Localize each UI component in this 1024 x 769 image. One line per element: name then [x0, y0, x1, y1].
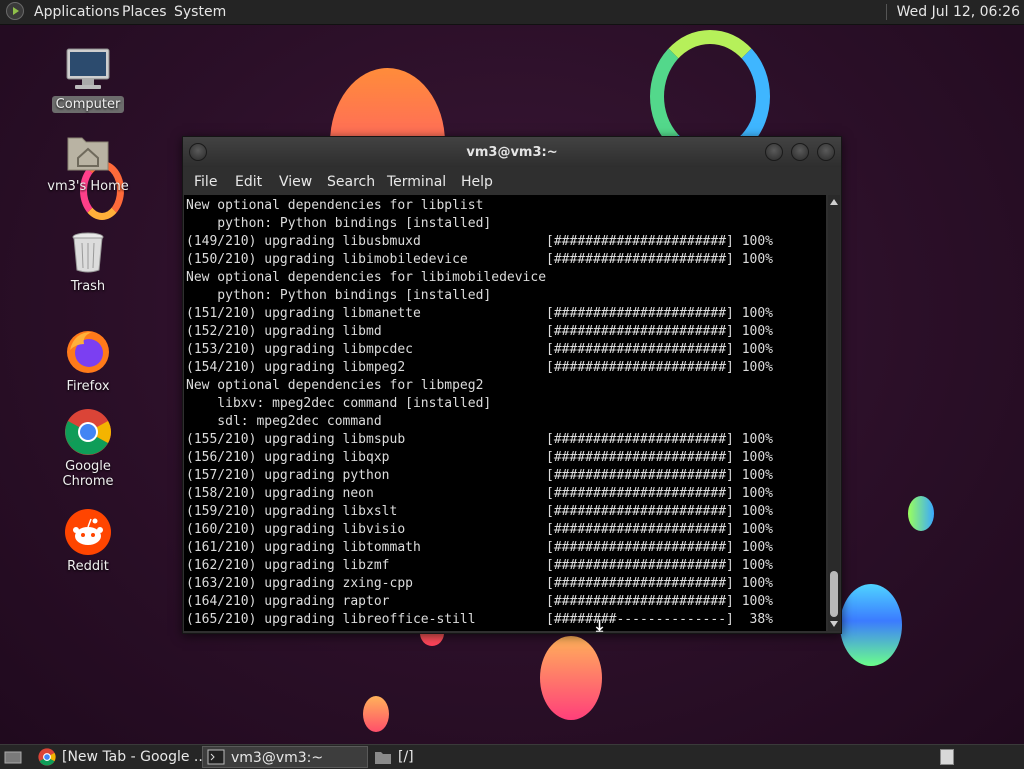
- terminal-line: (156/210) upgrading libqxp [############…: [186, 450, 773, 465]
- taskbar-item-label: [New Tab - Google ...: [62, 749, 208, 765]
- chrome-icon: [38, 748, 56, 766]
- menu-terminal[interactable]: Terminal: [387, 174, 446, 190]
- menu-search[interactable]: Search: [327, 174, 375, 190]
- chrome-icon: [64, 408, 112, 456]
- window-title: vm3@vm3:~: [466, 145, 558, 160]
- taskbar-item-chrome[interactable]: [New Tab - Google ...: [34, 746, 207, 768]
- terminal-line: (149/210) upgrading libusbmuxd [########…: [186, 234, 773, 249]
- desktop-icon-computer[interactable]: Computer: [38, 46, 138, 113]
- wallpaper-shape: [540, 636, 602, 720]
- taskbar-item-terminal[interactable]: vm3@vm3:~: [202, 746, 368, 768]
- terminal-line: New optional dependencies for libmpeg2: [186, 378, 484, 393]
- terminal-text: New optional dependencies for libplist p…: [184, 195, 826, 629]
- desktop-icon-label: Reddit: [67, 559, 109, 574]
- wallpaper-shape: [840, 584, 902, 666]
- wallpaper-shape: [908, 496, 934, 531]
- window-titlebar[interactable]: vm3@vm3:~: [183, 137, 841, 167]
- terminal-line: New optional dependencies for libimobile…: [186, 270, 547, 285]
- desktop-icon-chrome[interactable]: Google Chrome: [38, 408, 138, 490]
- desktop-icon-home[interactable]: vm3's Home: [38, 128, 138, 195]
- menu-system[interactable]: System: [174, 4, 226, 20]
- terminal-line: (150/210) upgrading libimobiledevice [##…: [186, 252, 773, 267]
- terminal-line: (159/210) upgrading libxslt [###########…: [186, 504, 773, 519]
- terminal-line: (157/210) upgrading python [############…: [186, 468, 773, 483]
- terminal-line: (154/210) upgrading libmpeg2 [##########…: [186, 360, 773, 375]
- terminal-line: (153/210) upgrading libmpcdec [#########…: [186, 342, 773, 357]
- close-icon[interactable]: [817, 143, 835, 161]
- terminal-line: (151/210) upgrading libmanette [########…: [186, 306, 773, 321]
- scroll-down-icon[interactable]: [830, 621, 838, 627]
- menu-places[interactable]: Places: [122, 4, 167, 20]
- folder-icon: [375, 752, 391, 764]
- taskbar-item-label: vm3@vm3:~: [231, 750, 324, 766]
- computer-icon: [64, 46, 112, 94]
- scroll-up-icon[interactable]: [830, 199, 838, 205]
- menu-file[interactable]: File: [194, 174, 217, 190]
- desktop-icon-label: Trash: [70, 279, 106, 294]
- menu-help[interactable]: Help: [461, 174, 493, 190]
- terminal-line: (162/210) upgrading libzmf [############…: [186, 558, 773, 573]
- terminal-line: (161/210) upgrading libtommath [########…: [186, 540, 773, 555]
- terminal-line: (164/210) upgrading raptor [############…: [186, 594, 773, 609]
- maximize-icon[interactable]: [791, 143, 809, 161]
- terminal-line: (158/210) upgrading neon [##############…: [186, 486, 773, 501]
- terminal-scrollbar[interactable]: [828, 195, 840, 631]
- bottom-taskbar: [New Tab - Google ... vm3@vm3:~ [/]: [0, 744, 1024, 769]
- terminal-line: (160/210) upgrading libvisio [##########…: [186, 522, 773, 537]
- desktop-icon-label: vm3's Home: [47, 179, 129, 194]
- terminal-line: (163/210) upgrading zxing-cpp [#########…: [186, 576, 773, 591]
- desktop-icon-label: Computer: [51, 96, 125, 113]
- terminal-menubar: File Edit View Search Terminal Help: [183, 167, 841, 195]
- top-panel: Applications Places System Wed Jul 12, 0…: [0, 0, 1024, 25]
- menu-edit[interactable]: Edit: [235, 174, 262, 190]
- desktop-icon-label: Google Chrome: [62, 459, 114, 489]
- taskbar-item-files[interactable]: [/]: [370, 746, 490, 768]
- workspace-switcher[interactable]: [938, 746, 956, 768]
- wallpaper-shape: [363, 696, 389, 732]
- desktop-icon-trash[interactable]: Trash: [38, 228, 138, 295]
- taskbar-item-label: [/]: [398, 749, 414, 765]
- distro-logo-icon[interactable]: [6, 2, 24, 20]
- menu-applications[interactable]: Applications: [34, 4, 120, 20]
- terminal-line: (165/210) upgrading libreoffice-still [#…: [186, 612, 773, 627]
- terminal-line: New optional dependencies for libplist: [186, 198, 484, 213]
- show-desktop-icon: [4, 751, 22, 764]
- terminal-window: vm3@vm3:~ File Edit View Search Terminal…: [182, 136, 842, 634]
- menu-view[interactable]: View: [279, 174, 312, 190]
- terminal-output[interactable]: New optional dependencies for libplist p…: [184, 195, 826, 631]
- terminal-line: sdl: mpeg2dec command: [186, 414, 382, 429]
- home-folder-icon: [64, 128, 112, 176]
- terminal-icon: [207, 749, 225, 765]
- scrollbar-thumb[interactable]: [830, 571, 838, 617]
- terminal-line: (152/210) upgrading libmd [#############…: [186, 324, 773, 339]
- mouse-cursor-icon: ⤓: [596, 616, 604, 635]
- clock[interactable]: Wed Jul 12, 06:26: [885, 4, 1020, 20]
- terminal-line: libxv: mpeg2dec command [installed]: [186, 396, 492, 411]
- desktop-icon-firefox[interactable]: Firefox: [38, 328, 138, 395]
- desktop-icon-label: Firefox: [66, 379, 110, 394]
- workspace-icon: [940, 749, 954, 765]
- terminal-line: python: Python bindings [installed]: [186, 216, 492, 231]
- minimize-icon[interactable]: [765, 143, 783, 161]
- terminal-line: (155/210) upgrading libmspub [##########…: [186, 432, 773, 447]
- terminal-line: python: Python bindings [installed]: [186, 288, 492, 303]
- firefox-icon: [64, 328, 112, 376]
- desktop-icon-reddit[interactable]: Reddit: [38, 508, 138, 575]
- trash-icon: [64, 228, 112, 276]
- reddit-icon: [64, 508, 112, 556]
- show-desktop-button[interactable]: [2, 746, 24, 768]
